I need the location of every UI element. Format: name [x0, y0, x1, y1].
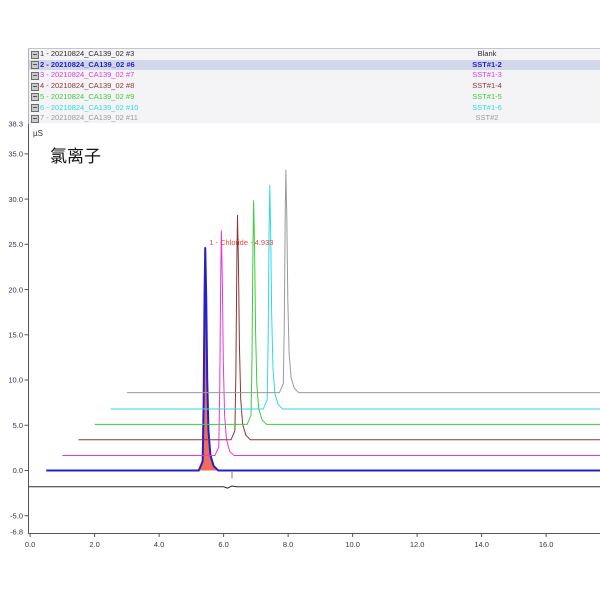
chromatogram-icon — [31, 71, 39, 80]
chromatogram-icon — [31, 93, 39, 102]
x-tick-label: 10.0 — [345, 540, 360, 549]
trace-3 — [62, 230, 600, 457]
legend-row-label: 4 - 20210824_CA139_02 #8 — [40, 81, 135, 91]
y-range-max-label: 38.3 — [8, 120, 23, 129]
x-tick-label: 4.0 — [154, 540, 164, 549]
chart-title: 氯离子 — [50, 147, 101, 167]
x-tick-label: 2.0 — [89, 540, 99, 549]
legend-row-label: 2 - 20210824_CA139_02 #6 — [40, 59, 135, 69]
y-axis-unit: µS — [33, 129, 43, 138]
x-tick-label: 12.0 — [410, 540, 425, 549]
trace-7 — [126, 169, 600, 394]
y-tick-label: 35.0 — [8, 150, 23, 159]
trace-4 — [78, 214, 600, 441]
legend-row-label: 3 - 20210824_CA139_02 #7 — [40, 70, 135, 80]
legend-row-sample: SST#2 — [475, 113, 499, 123]
y-tick-label: 30.0 — [8, 195, 23, 204]
y-tick-label: 25.0 — [8, 240, 23, 249]
traces — [28, 169, 600, 489]
legend-row-sample: SST#1-4 — [472, 81, 502, 91]
legend-row[interactable]: 5 - 20210824_CA139_02 #9 SST#1-5 — [29, 92, 600, 103]
chromatogram-icon — [31, 104, 39, 113]
y-tick-label: 0.0 — [13, 466, 23, 475]
chromatogram-icon — [31, 82, 39, 91]
legend-row[interactable]: 1 - 20210824_CA139_02 #3 Blank — [29, 49, 600, 60]
x-tick-label: 0.0 — [25, 540, 35, 549]
legend-row-sample: Blank — [477, 49, 497, 58]
legend-row-sample: SST#1-2 — [472, 59, 502, 69]
x-tick-label: 14.0 — [474, 540, 489, 549]
legend-row-label: 5 - 20210824_CA139_02 #9 — [40, 91, 135, 101]
legend-row[interactable]: 4 - 20210824_CA139_02 #8 SST#1-4 — [29, 81, 600, 92]
x-tick-label: 16.0 — [539, 540, 554, 549]
chromatogram-icon — [31, 61, 39, 70]
axes — [28, 123, 600, 534]
peak-label: 1 - Chloride - 4.933 — [209, 238, 273, 247]
legend-row-sample: SST#1-5 — [472, 91, 502, 101]
trace-1 — [28, 485, 600, 489]
y-tick-label: 5.0 — [13, 421, 23, 430]
y-tick-label: 10.0 — [8, 376, 23, 385]
y-tick-label: 20.0 — [8, 285, 23, 294]
legend-row[interactable]: 6 - 20210824_CA139_02 #10 SST#1-6 — [29, 103, 600, 114]
ticks: -5.0 0.0 5.0 10.0 15.0 20.0 25.0 30.0 35.0 38.3 -6… — [8, 120, 553, 549]
annotations: 1 - Chloride - 4.933 — [209, 238, 273, 247]
legend-row[interactable]: 2 - 20210824_CA139_02 #6 SST#1-2 — [29, 59, 600, 71]
legend-row-label: 6 - 20210824_CA139_02 #10 — [40, 102, 139, 112]
chromatogram-icon — [31, 114, 39, 123]
legend-panel: 1 - 20210824_CA139_02 #3 Blank 2 - 20210… — [28, 48, 600, 123]
y-range-min-label: -6.8 — [10, 528, 23, 537]
trace-5 — [94, 200, 600, 425]
legend-row[interactable]: 3 - 20210824_CA139_02 #7 SST#1-3 — [29, 70, 600, 81]
trace-6 — [110, 185, 600, 410]
legend-row-label: 1 - 20210824_CA139_02 #3 — [40, 49, 135, 58]
x-tick-label: 8.0 — [283, 540, 293, 549]
y-tick-label: -5.0 — [10, 511, 23, 520]
legend-row[interactable]: 7 - 20210824_CA139_02 #11 SST#2 — [29, 113, 600, 123]
legend-row-sample: SST#1-6 — [472, 102, 502, 112]
y-tick-label: 15.0 — [8, 330, 23, 339]
legend-row-sample: SST#1-3 — [472, 70, 502, 80]
x-tick-label: 6.0 — [218, 540, 228, 549]
legend-row-label: 7 - 20210824_CA139_02 #11 — [40, 113, 138, 123]
trace-2 — [46, 246, 600, 472]
chromatogram-icon — [31, 50, 39, 59]
